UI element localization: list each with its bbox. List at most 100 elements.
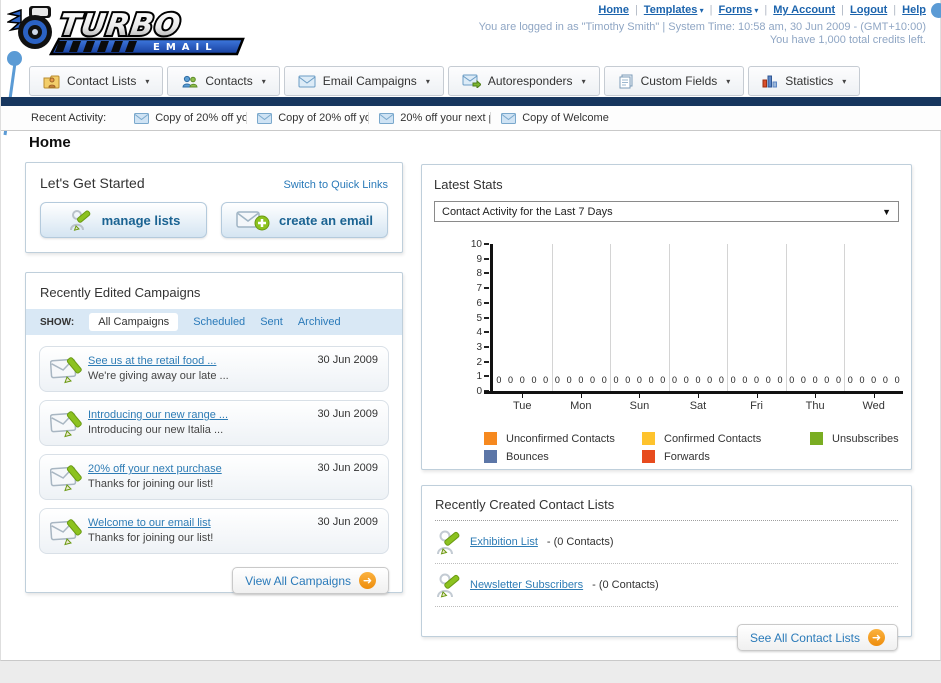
tab-statistics[interactable]: Statistics ▾ <box>748 66 861 96</box>
latest-stats-panel: Latest Stats Contact Activity for the La… <box>421 164 912 470</box>
header-link-help[interactable]: Help <box>902 4 926 16</box>
zero-value: 0 <box>625 375 631 385</box>
y-axis-label: 4 <box>476 327 482 339</box>
campaign-row[interactable]: 20% off your next purchase Thanks for joi… <box>39 454 389 500</box>
header-link-logout[interactable]: Logout <box>850 4 887 16</box>
stats-period-value: Contact Activity for the Last 7 Days <box>442 205 613 218</box>
logo-graphic: TURBO EMAIL <box>7 6 245 56</box>
campaign-date: 30 Jun 2009 <box>317 408 378 420</box>
app-window: TURBO EMAIL Home | Templates ▾ | Forms ▾ | My … <box>0 0 941 683</box>
zero-value: 0 <box>789 375 795 385</box>
filter-sent[interactable]: Sent <box>260 316 283 328</box>
campaign-filter-bar: SHOW: All Campaigns Scheduled Sent Archived <box>26 309 402 335</box>
zero-value: 0 <box>754 375 760 385</box>
x-axis-tick <box>698 394 699 398</box>
link-separator: | <box>634 4 638 16</box>
x-axis-tick <box>815 394 817 398</box>
zero-value: 0 <box>648 375 654 385</box>
campaign-row[interactable]: Introducing our new range ... Introducing… <box>39 400 389 446</box>
gridline <box>668 244 670 391</box>
create-an-email-button[interactable]: create an email <box>221 202 388 238</box>
header-link-my-account[interactable]: My Account <box>773 4 835 16</box>
x-axis-tick <box>522 394 524 398</box>
campaign-text: Welcome to our email list Thanks for join… <box>88 516 317 546</box>
campaign-row[interactable]: Welcome to our email list Thanks for join… <box>39 508 389 554</box>
contact-list-count: - (0 Contacts) <box>592 579 659 591</box>
link-separator: | <box>893 4 897 16</box>
chevron-down-icon: ▼ <box>882 206 891 217</box>
get-started-buttons: manage lists create an email <box>40 202 388 238</box>
x-axis-label: Sun <box>629 400 650 412</box>
stats-period-dropdown[interactable]: Contact Activity for the Last 7 Days ▼ <box>434 201 899 222</box>
chart-legend: Unconfirmed Contacts Confirmed Contacts Un… <box>484 432 899 463</box>
latest-stats-title: Latest Stats <box>434 177 503 192</box>
campaign-title-link[interactable]: Introducing our new range ... <box>88 408 317 423</box>
y-axis-label: 5 <box>476 312 482 324</box>
campaign-text: Introducing our new range ... Introducing… <box>88 408 317 438</box>
tab-label: Statistics <box>785 74 834 88</box>
campaign-date: 30 Jun 2009 <box>317 516 378 528</box>
zero-value: 0 <box>531 375 537 385</box>
header-link-templates[interactable]: Templates <box>644 4 698 16</box>
zero-value: 0 <box>742 375 748 385</box>
x-axis-tick <box>639 394 641 398</box>
recent-activity-item[interactable]: Copy of 20% off yo <box>124 112 246 124</box>
contact-lists-title: Recently Created Contact Lists <box>435 497 898 521</box>
get-started-panel: Let's Get Started Switch to Quick Links … <box>25 162 403 253</box>
filter-archived[interactable]: Archived <box>298 316 341 328</box>
zero-value: 0 <box>765 375 771 385</box>
main-nav: Contact Lists ▾ Contacts ▾ Email Campaigns ▾ A… <box>29 66 861 96</box>
contact-lists-icon <box>43 74 60 89</box>
filter-scheduled[interactable]: Scheduled <box>193 316 245 328</box>
view-all-campaigns-button[interactable]: View All Campaigns ➜ <box>232 567 389 594</box>
campaign-title-link[interactable]: Welcome to our email list <box>88 516 317 531</box>
campaign-subtitle: Introducing our new Italia ... <box>88 424 224 436</box>
campaign-edit-icon <box>50 408 88 438</box>
contact-list-row[interactable]: Newsletter Subscribers - (0 Contacts) <box>435 564 898 607</box>
envelope-small-icon <box>379 112 395 124</box>
contact-list-link[interactable]: Newsletter Subscribers <box>470 579 583 591</box>
zero-value: 0 <box>824 375 830 385</box>
zero-value: 0 <box>601 375 607 385</box>
see-all-contact-lists-button[interactable]: See All Contact Lists ➜ <box>736 624 898 651</box>
campaign-title-link[interactable]: See us at the retail food ... <box>88 354 317 369</box>
tab-label: Contact Lists <box>67 74 137 88</box>
view-all-campaigns-label: View All Campaigns <box>245 573 351 588</box>
tab-contacts[interactable]: Contacts ▾ <box>167 66 280 96</box>
chevron-down-icon: ▾ <box>261 76 266 86</box>
y-axis-label: 9 <box>476 253 482 265</box>
manage-lists-button[interactable]: manage lists <box>40 202 207 238</box>
zero-value-labels: 00000 <box>552 375 611 385</box>
campaign-row[interactable]: See us at the retail food ... We're givin… <box>39 346 389 392</box>
contact-list-row[interactable]: Exhibition List - (0 Contacts) <box>435 521 898 564</box>
tab-custom-fields[interactable]: Custom Fields ▾ <box>603 66 745 96</box>
tab-contact-lists[interactable]: Contact Lists ▾ <box>29 66 164 96</box>
y-axis-tick <box>484 272 489 275</box>
navy-divider-bar <box>1 97 941 106</box>
campaign-edit-icon <box>50 516 88 546</box>
login-status-text: You are logged in as "Timothy Smith" | S… <box>478 21 926 33</box>
campaign-title-link[interactable]: 20% off your next purchase <box>88 462 317 477</box>
header-link-home[interactable]: Home <box>598 4 629 16</box>
campaign-edit-icon <box>50 354 88 384</box>
tab-autoresponders[interactable]: Autoresponders ▾ <box>447 66 600 96</box>
switch-to-quick-links-link[interactable]: Switch to Quick Links <box>283 179 388 191</box>
y-axis-line <box>490 244 493 391</box>
header-link-forms[interactable]: Forms <box>719 4 753 16</box>
filter-all-campaigns[interactable]: All Campaigns <box>89 313 179 331</box>
legend-swatch <box>810 432 823 445</box>
page-title: Home <box>29 134 71 151</box>
contact-list-link[interactable]: Exhibition List <box>470 536 538 548</box>
recent-activity-item[interactable]: Copy of 20% off yo <box>246 112 368 124</box>
recent-activity-item[interactable]: 20% off your next p <box>368 112 490 124</box>
chevron-down-icon: ▾ <box>425 76 430 86</box>
recent-activity-bar: Recent Activity: Copy of 20% off yo Copy … <box>1 106 941 131</box>
tab-label: Autoresponders <box>487 74 573 88</box>
tab-email-campaigns[interactable]: Email Campaigns ▾ <box>283 66 444 96</box>
campaigns-panel-title: Recently Edited Campaigns <box>40 285 201 300</box>
custom-fields-icon <box>618 74 634 89</box>
y-axis-label: 7 <box>476 283 482 295</box>
campaign-date: 30 Jun 2009 <box>317 462 378 474</box>
y-axis-label: 3 <box>476 341 482 353</box>
recent-activity-item[interactable]: Copy of Welcome to <box>490 112 612 124</box>
